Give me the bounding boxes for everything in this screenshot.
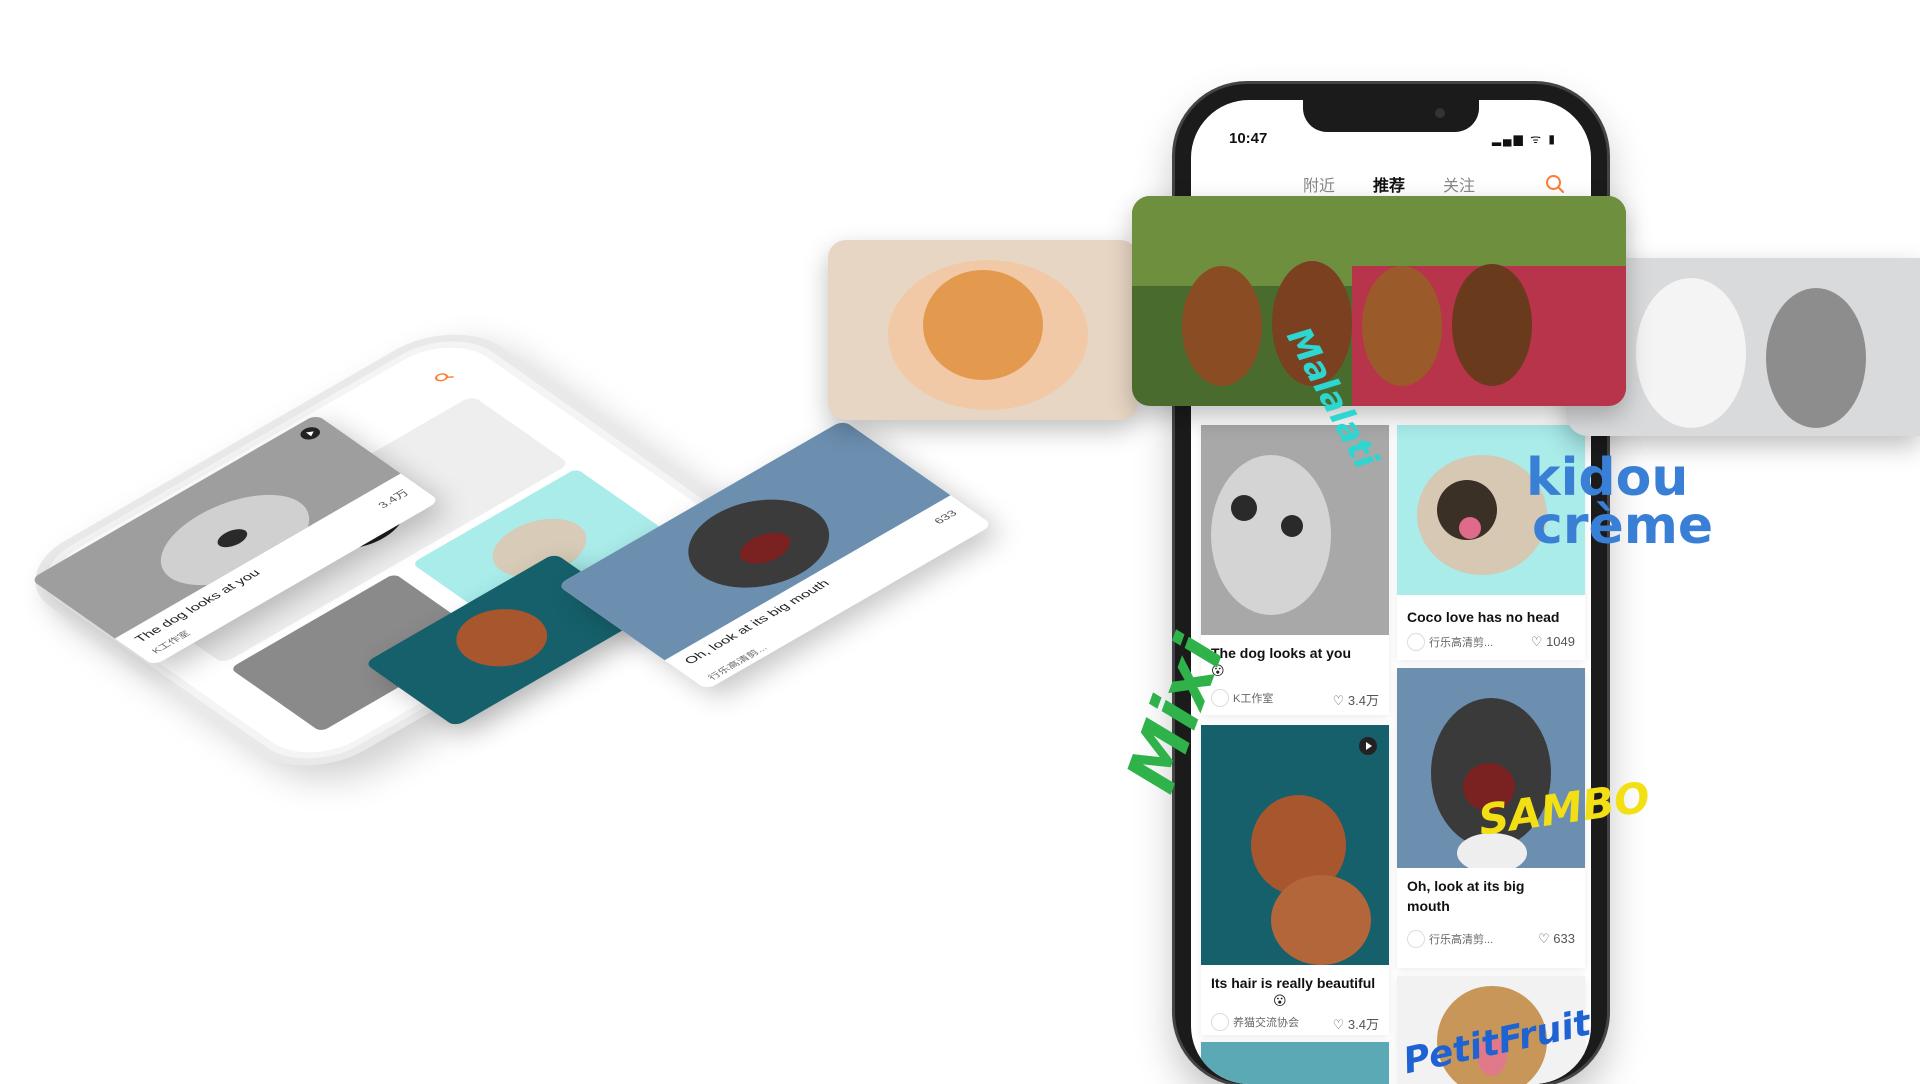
iso-card-likes: 3.4万 [375, 487, 412, 511]
avatar[interactable] [1211, 1013, 1229, 1031]
card-photo [1201, 725, 1389, 965]
card-likes[interactable]: ♡ 3.4万 [1333, 1014, 1379, 1033]
card-likes[interactable]: ♡ 3.4万 [1333, 690, 1379, 709]
iso-card-likes: 633 [931, 508, 960, 526]
banner-cat-hands[interactable] [828, 240, 1138, 420]
feed-card-teal-dog[interactable]: Its hair is really beautiful 😮 养猫交流协会 ♡ … [1201, 725, 1389, 1035]
camera-icon [1435, 108, 1445, 118]
like-count: 3.4万 [1347, 1017, 1379, 1032]
deco-word-creme: crème [1532, 496, 1714, 556]
phone-notch [1303, 100, 1479, 132]
like-count: 633 [1553, 931, 1575, 946]
tab-nearby[interactable]: 附近 [1303, 172, 1335, 196]
card-author[interactable]: 行乐高清剪... [1429, 634, 1493, 650]
card-title: Coco love has no head [1407, 609, 1560, 625]
feed-card-partial[interactable] [1201, 1042, 1389, 1084]
card-likes[interactable]: ♡ 1049 [1531, 634, 1575, 650]
card-title: Oh, look at its big mouth [1407, 878, 1525, 914]
play-icon[interactable] [1359, 737, 1377, 755]
avatar[interactable] [1407, 930, 1425, 948]
tab-recommend[interactable]: 推荐 [1373, 172, 1405, 204]
card-emoji: 😮 [1273, 993, 1287, 1008]
avatar[interactable] [1407, 633, 1425, 651]
card-author[interactable]: 行乐高清剪... [1429, 931, 1493, 947]
card-author[interactable]: K工作室 [1233, 690, 1273, 706]
banner-collie-dogs[interactable] [1132, 196, 1626, 406]
card-title: Its hair is really beautiful [1211, 975, 1376, 991]
card-likes[interactable]: ♡ 633 [1538, 931, 1575, 947]
card-author[interactable]: 养猫交流协会 [1233, 1014, 1299, 1030]
status-time: 10:47 [1229, 130, 1268, 147]
iso-search-icon[interactable] [431, 370, 455, 385]
like-count: 1049 [1546, 634, 1575, 649]
search-icon[interactable] [1545, 174, 1565, 194]
like-count: 3.4万 [1347, 693, 1379, 708]
tab-follow[interactable]: 关注 [1443, 172, 1475, 196]
status-icons: ▂▄▆ ᯤ ▮ [1491, 132, 1557, 146]
